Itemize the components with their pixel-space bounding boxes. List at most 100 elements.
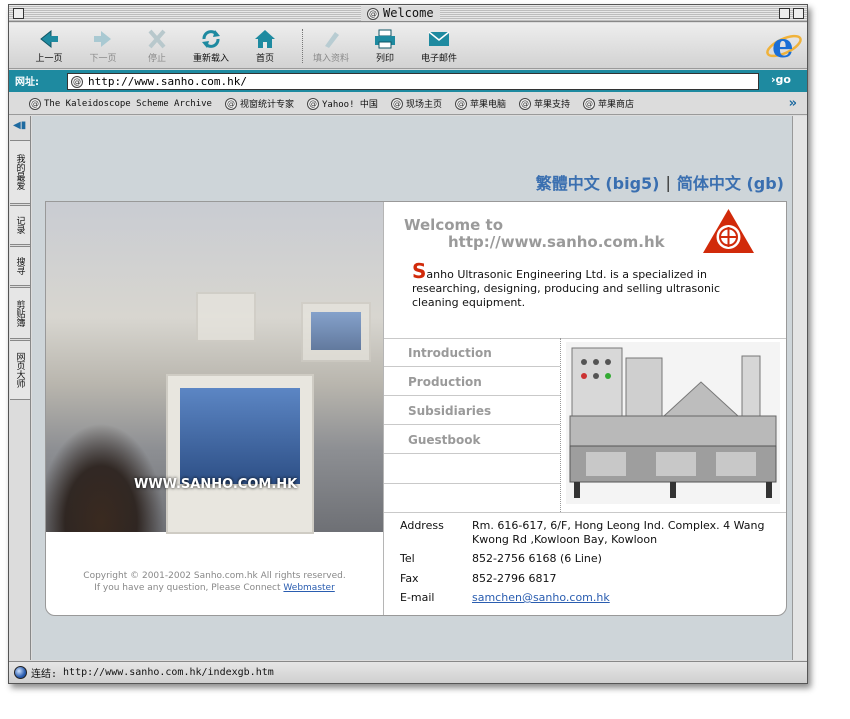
address-value: Rm. 616-617, 6/F, Hong Leong Ind. Comple…	[472, 519, 765, 546]
fax-value: 852-2796 6817	[472, 572, 557, 585]
printer-icon	[375, 29, 395, 49]
favorite-item[interactable]: @ 苹果电脑	[454, 97, 506, 110]
stop-button[interactable]: 停止	[131, 26, 183, 66]
sanho-logo-icon	[703, 209, 754, 253]
toolbar-separator	[302, 29, 303, 63]
close-box[interactable]	[13, 8, 24, 19]
home-button[interactable]: 首页	[239, 26, 291, 66]
collapse-box[interactable]	[793, 8, 804, 19]
home-icon	[255, 30, 275, 48]
favorite-item[interactable]: @ 苹果支持	[518, 97, 570, 110]
photo-monitor-bg	[196, 292, 256, 342]
url-site-icon: @	[71, 75, 83, 88]
nav-introduction[interactable]: Introduction	[408, 346, 492, 360]
cleaning-machine-image	[566, 342, 780, 504]
menu-divider	[384, 453, 560, 454]
address-bar: 网址: @ http://www.sanho.com.hk/ ›go	[9, 70, 807, 92]
photo-watermark: WWW.SANHO.COM.HK	[134, 477, 298, 492]
mail-envelope-icon	[428, 31, 450, 46]
favorite-icon: @	[518, 97, 531, 110]
email-label: E-mail	[400, 591, 435, 604]
menu-divider	[384, 366, 560, 367]
refresh-icon	[202, 30, 220, 48]
back-button[interactable]: 上一页	[23, 26, 75, 66]
sidebar-toggle-icon[interactable]: ◀▮	[13, 120, 27, 132]
photo-screen-bg	[311, 312, 361, 350]
sidetab-history[interactable]: 记录	[10, 205, 30, 245]
lang-big5-link[interactable]: 繁體中文 (big5)	[536, 170, 660, 194]
window-title: @ Welcome	[361, 6, 440, 21]
favorite-item[interactable]: @ 苹果商店	[582, 97, 634, 110]
title-bar[interactable]: @ Welcome	[9, 5, 807, 22]
status-url: http://www.sanho.com.hk/indexgb.htm	[63, 667, 274, 678]
main-card: WWW.SANHO.COM.HK Copyright © 2001-2002 S…	[45, 201, 787, 616]
favorite-item[interactable]: @ Yahoo! 中国	[307, 97, 378, 110]
autofill-button[interactable]: 填入资料	[305, 26, 357, 66]
back-arrow-icon	[40, 29, 58, 49]
explorer-sidebar: ◀▮ 我的最爱 记录 搜寻 剪贴簿 网页大师	[9, 116, 31, 660]
print-button[interactable]: 列印	[359, 26, 411, 66]
section-divider	[384, 512, 786, 513]
favorite-icon: @	[224, 97, 237, 110]
welcome-url: http://www.sanho.com.hk	[448, 233, 665, 251]
lang-gb-link[interactable]: 简体中文 (gb)	[677, 170, 784, 194]
fax-label: Fax	[400, 572, 419, 585]
vertical-divider	[383, 202, 384, 615]
photo-screen	[180, 388, 300, 484]
ie-logo-icon: e	[766, 26, 802, 65]
vertical-scrollbar[interactable]	[792, 116, 807, 660]
tel-value: 852-2756 6168 (6 Line)	[472, 552, 602, 565]
address-label: 网址:	[15, 77, 39, 88]
forward-arrow-icon	[94, 31, 111, 47]
address-label: Address	[400, 519, 444, 532]
sidetab-favorites[interactable]: 我的最爱	[10, 140, 30, 204]
mail-button[interactable]: 电子邮件	[413, 26, 465, 66]
office-photo: WWW.SANHO.COM.HK	[46, 202, 383, 534]
nav-production[interactable]: Production	[408, 375, 482, 389]
stop-x-icon	[148, 29, 166, 49]
favorite-icon: @	[307, 97, 319, 110]
page-content: 繁體中文 (big5) | 简体中文 (gb) WWW.SANHO.COM.HK…	[32, 116, 792, 660]
email-link[interactable]: samchen@sanho.com.hk	[472, 591, 610, 604]
status-bar: 连结: http://www.sanho.com.hk/indexgb.htm	[9, 661, 807, 683]
menu-divider	[384, 483, 560, 484]
sidetab-page-holder[interactable]: 网页大师	[10, 340, 30, 400]
forward-button[interactable]: 下一页	[77, 26, 129, 66]
favorite-icon: @	[29, 97, 41, 110]
favorite-icon: @	[390, 97, 403, 110]
nav-subsidiaries[interactable]: Subsidiaries	[408, 404, 491, 418]
go-button[interactable]: ›go	[771, 73, 791, 86]
sidetab-search[interactable]: 搜寻	[10, 246, 30, 286]
address-url: http://www.sanho.com.hk/	[88, 75, 247, 88]
svg-text:e: e	[772, 26, 794, 65]
sidetab-scrapbook[interactable]: 剪贴簿	[10, 287, 30, 339]
section-divider	[384, 338, 786, 339]
tel-label: Tel	[400, 552, 415, 565]
favorite-icon: @	[454, 97, 467, 110]
refresh-button[interactable]: 重新载入	[185, 26, 237, 66]
page-icon: @	[367, 7, 379, 20]
favorites-more-chevron-icon[interactable]: »	[789, 96, 797, 111]
favorite-icon: @	[582, 97, 595, 110]
address-input[interactable]: @ http://www.sanho.com.hk/	[67, 73, 759, 90]
language-links: 繁體中文 (big5) | 简体中文 (gb)	[536, 170, 784, 194]
nav-guestbook[interactable]: Guestbook	[408, 433, 480, 447]
favorite-item[interactable]: @ The Kaleidoscope Scheme Archive	[29, 97, 212, 110]
globe-icon	[14, 666, 27, 679]
lang-separator: |	[665, 172, 671, 192]
zoom-box[interactable]	[779, 8, 790, 19]
favorite-item[interactable]: @ 现场主页	[390, 97, 442, 110]
email-value: samchen@sanho.com.hk	[472, 591, 772, 605]
intro-text: Sanho Ultrasonic Engineering Ltd. is a s…	[412, 259, 721, 309]
browser-window: @ Welcome 上一页 下一页 停止 重新载入 首页 填入资料 列印 电子邮…	[8, 4, 808, 684]
toolbar: 上一页 下一页 停止 重新载入 首页 填入资料 列印 电子邮件 e	[9, 23, 807, 69]
welcome-heading: Welcome to	[404, 216, 504, 234]
autofill-pen-icon	[325, 32, 339, 48]
status-label: 连结:	[31, 669, 58, 680]
favorite-item[interactable]: @ 视窗统计专家	[224, 97, 294, 110]
webmaster-link[interactable]: Webmaster	[283, 583, 334, 593]
menu-divider	[384, 424, 560, 425]
favorites-bar: @ The Kaleidoscope Scheme Archive @ 视窗统计专家…	[9, 93, 807, 115]
menu-divider	[384, 395, 560, 396]
menu-vertical-divider	[560, 338, 561, 512]
